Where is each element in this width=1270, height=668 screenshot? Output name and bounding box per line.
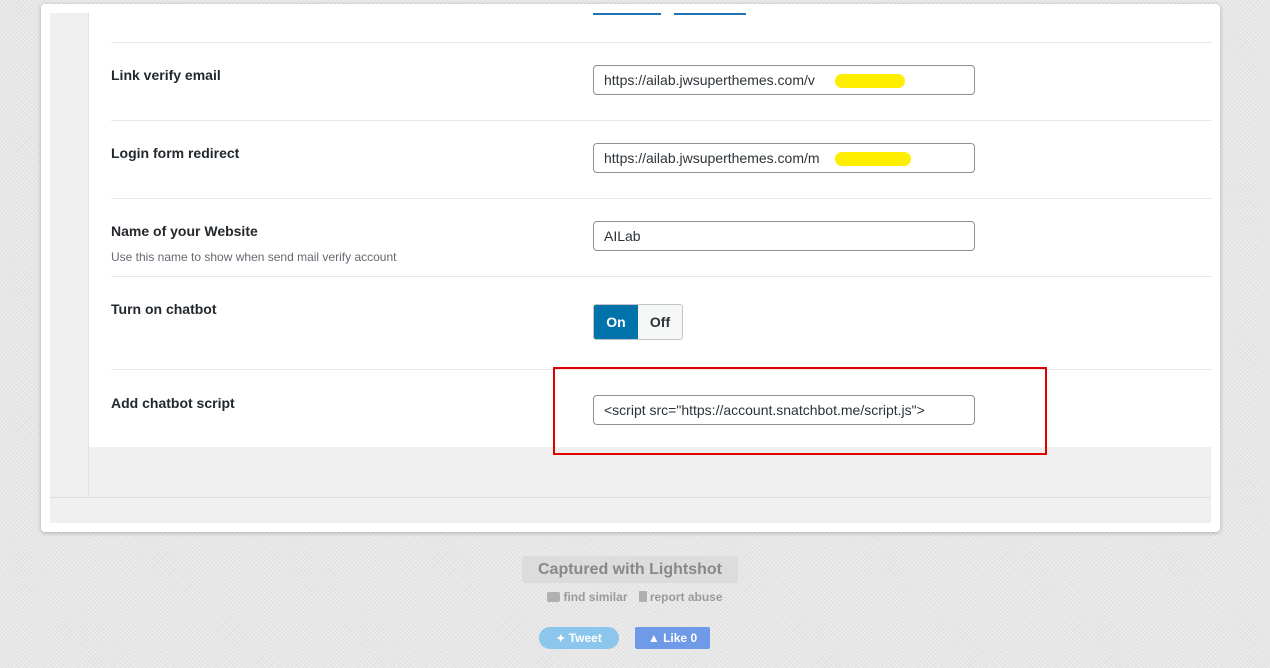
- row-divider: [111, 120, 1212, 121]
- turn-on-chatbot-label: Turn on chatbot: [111, 301, 217, 317]
- top-button-edge[interactable]: [593, 13, 661, 15]
- footer-divider: [50, 497, 1211, 498]
- link-verify-email-input[interactable]: https://ailab.jwsuperthemes.com/v: [593, 65, 975, 95]
- tweet-button[interactable]: ✦ Tweet: [539, 627, 619, 649]
- add-chatbot-script-label: Add chatbot script: [111, 395, 235, 411]
- redaction-mark: [835, 152, 911, 166]
- website-name-description: Use this name to show when send mail ver…: [111, 250, 397, 264]
- panel-edge: [88, 447, 89, 497]
- like-button[interactable]: ▲ Like 0: [635, 627, 710, 649]
- captured-with-lightshot-label[interactable]: Captured with Lightshot: [522, 556, 738, 583]
- redaction-mark: [835, 74, 905, 88]
- like-label: Like 0: [663, 631, 698, 645]
- annotation-highlight-box: [553, 367, 1047, 455]
- tweet-label: Tweet: [568, 631, 602, 645]
- top-button-edge[interactable]: [674, 13, 746, 15]
- row-divider: [111, 276, 1212, 277]
- find-similar-link[interactable]: find similar: [563, 590, 627, 604]
- chatbot-toggle-on[interactable]: On: [594, 305, 638, 339]
- row-divider: [111, 198, 1212, 199]
- lightshot-links: find similar report abuse: [0, 590, 1270, 604]
- website-name-label: Name of your Website: [111, 223, 258, 239]
- chatbot-toggle[interactable]: On Off: [593, 304, 683, 340]
- website-name-input[interactable]: AILab: [593, 221, 975, 251]
- link-verify-email-label: Link verify email: [111, 67, 221, 83]
- login-form-redirect-input[interactable]: https://ailab.jwsuperthemes.com/m: [593, 143, 975, 173]
- chatbot-toggle-off[interactable]: Off: [638, 305, 682, 339]
- report-icon: [638, 591, 647, 602]
- row-divider: [111, 42, 1212, 43]
- twitter-bird-icon: ✦: [556, 633, 566, 645]
- login-form-redirect-label: Login form redirect: [111, 145, 240, 161]
- thumbs-up-icon: ▲: [647, 631, 660, 645]
- report-abuse-link[interactable]: report abuse: [650, 590, 723, 604]
- camera-icon: [547, 592, 561, 602]
